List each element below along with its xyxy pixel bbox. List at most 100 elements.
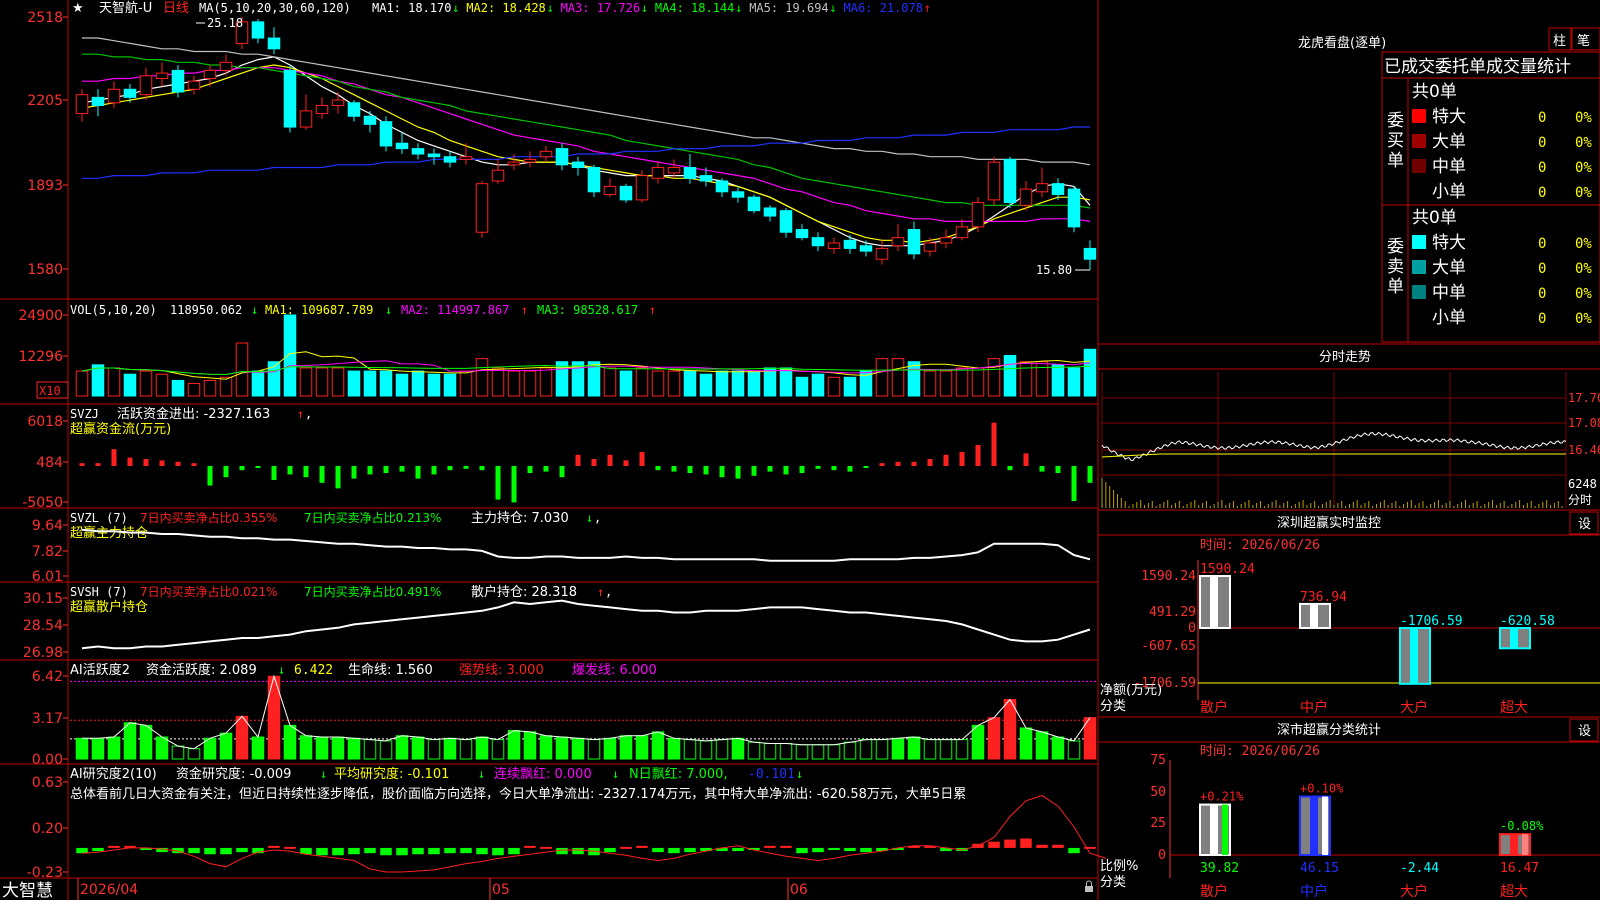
volume-bar — [1083, 348, 1097, 397]
svzl-ratio1: 7日内买卖净占比0.355% — [140, 510, 277, 525]
volume-bar — [603, 367, 617, 397]
svzj-bar — [735, 466, 741, 479]
vol-ma3: MA3: 98528.617 — [537, 303, 638, 317]
realtime-tick-label: 1590.24 — [1141, 569, 1196, 584]
favorite-star-icon[interactable]: ★ — [72, 1, 84, 16]
ai-act-bar — [907, 736, 921, 760]
volume-bar — [379, 370, 393, 397]
svzl-y-axis: 9.64 7.82 6.01 — [32, 518, 68, 585]
ai-res-arrow1: ↓ — [320, 767, 327, 781]
candle-body — [667, 167, 681, 174]
ai-act-bar — [171, 745, 185, 760]
realtime-bar-label: 中户 — [1300, 699, 1328, 716]
ai-act-bar — [123, 722, 137, 760]
volume-bar — [747, 370, 761, 397]
sell_side-row-count: 0 — [1538, 236, 1546, 252]
ai-act-bar — [699, 740, 713, 760]
ai-act-bar — [235, 715, 249, 760]
svzl-tick-label: 9.64 — [32, 518, 63, 534]
ai-res-bar — [1004, 839, 1016, 848]
svzj-bar — [175, 461, 181, 466]
volume-bar — [363, 370, 377, 397]
svzl-label: SVZL (7) — [70, 511, 128, 525]
svzj-bar — [751, 466, 757, 476]
volume-bar — [299, 367, 313, 397]
candle-body — [923, 242, 937, 252]
svzj-bar — [591, 459, 597, 466]
candle-body — [155, 72, 169, 79]
sell_side-side-label: 委 — [1387, 237, 1404, 257]
buy_side-row-label: 中单 — [1432, 157, 1466, 177]
svzj-bar — [319, 466, 325, 483]
svzj-bar — [671, 466, 677, 472]
svzj-comma: , — [305, 407, 312, 421]
svzj-bar — [255, 466, 261, 468]
svzj-bar — [943, 454, 949, 466]
candle-body — [187, 80, 201, 90]
ai-act-bar — [667, 737, 681, 760]
volume-bar — [251, 370, 265, 397]
price-tick-label: 2205 — [27, 93, 63, 109]
svsh-tick-label: 28.54 — [23, 618, 63, 634]
ai-res-bar — [332, 847, 344, 856]
ai-life-line: 生命线: 1.560 — [348, 662, 433, 678]
ai-res-bar — [348, 847, 360, 855]
svzj-bar — [815, 466, 821, 469]
candle-body — [619, 185, 633, 201]
ma-legend-arrow: ↓ — [735, 1, 742, 15]
ai-act-bar — [459, 739, 473, 760]
class-bar-value: 16.47 — [1500, 861, 1539, 876]
ai-res-bar — [668, 847, 680, 854]
volume-bar — [347, 370, 361, 397]
ai-res-bar — [604, 847, 616, 853]
sell_side-row-pct: 0% — [1575, 286, 1592, 302]
svzj-bar — [847, 466, 853, 472]
ai-activity-y-axis: 6.42 3.17 0.00 — [32, 669, 68, 768]
svzj-bar — [1087, 466, 1093, 483]
candle-body — [395, 142, 409, 150]
ai-act-bar — [443, 737, 457, 760]
class-bar-label: 中户 — [1300, 883, 1328, 900]
volume-bar — [491, 367, 505, 397]
svsh-tick-label: 30.15 — [23, 591, 63, 607]
candle-body — [939, 237, 953, 244]
realtime-settings-label: 设 — [1578, 517, 1591, 532]
candle-body — [267, 37, 281, 50]
period-label[interactable]: 日线 — [163, 1, 189, 16]
ma-legend-item: MA4: 18.144 — [655, 1, 734, 15]
svsh-subtitle: 超赢散户持仓 — [70, 599, 148, 615]
intraday-unit-label: 分时 — [1568, 493, 1592, 507]
buy_side-swatch — [1412, 159, 1426, 173]
buy_side-row-label: 特大 — [1432, 107, 1466, 127]
volume-bar — [1019, 361, 1033, 397]
sell_side-row-label: 中单 — [1432, 283, 1466, 303]
class-category: 分类 — [1100, 875, 1126, 890]
intraday-title: 分时走势 — [1319, 349, 1371, 365]
svzj-arrow: ↑ — [297, 407, 304, 421]
volume-bar — [923, 370, 937, 397]
svzj-bar — [799, 466, 805, 473]
ai-act-bar — [939, 739, 953, 760]
vol-ma2-arrow: ↑ — [521, 303, 528, 317]
ai-res-text2: 平均研究度: -0.101 — [334, 766, 449, 782]
class-bar-delta — [1522, 834, 1528, 855]
candle-body — [1051, 183, 1065, 195]
ai-act-bar — [411, 736, 425, 760]
ai-res-bar — [796, 847, 808, 854]
candle-body — [779, 210, 793, 233]
order-stats-title: 已成交委托单成交量统计 — [1384, 57, 1571, 77]
svzj-bar — [879, 463, 885, 466]
buy_side-side-label: 买 — [1387, 131, 1404, 151]
price-tick-label: 1580 — [27, 262, 63, 278]
svzj-bar — [95, 463, 101, 466]
realtime-bar-highlight — [1410, 628, 1418, 684]
ai-res-bar — [364, 847, 376, 854]
svsh-retail: 散户持仓: 28.318 — [471, 584, 577, 600]
class-bar-group — [1299, 795, 1331, 856]
volume-bar — [1003, 355, 1017, 397]
volume-bar — [1035, 361, 1049, 397]
ai-res-bar — [844, 847, 856, 852]
ai-act-bar — [427, 739, 441, 760]
volume-unit: X10 — [39, 384, 61, 398]
vol-ma1: MA1: 109687.789 — [265, 303, 373, 317]
